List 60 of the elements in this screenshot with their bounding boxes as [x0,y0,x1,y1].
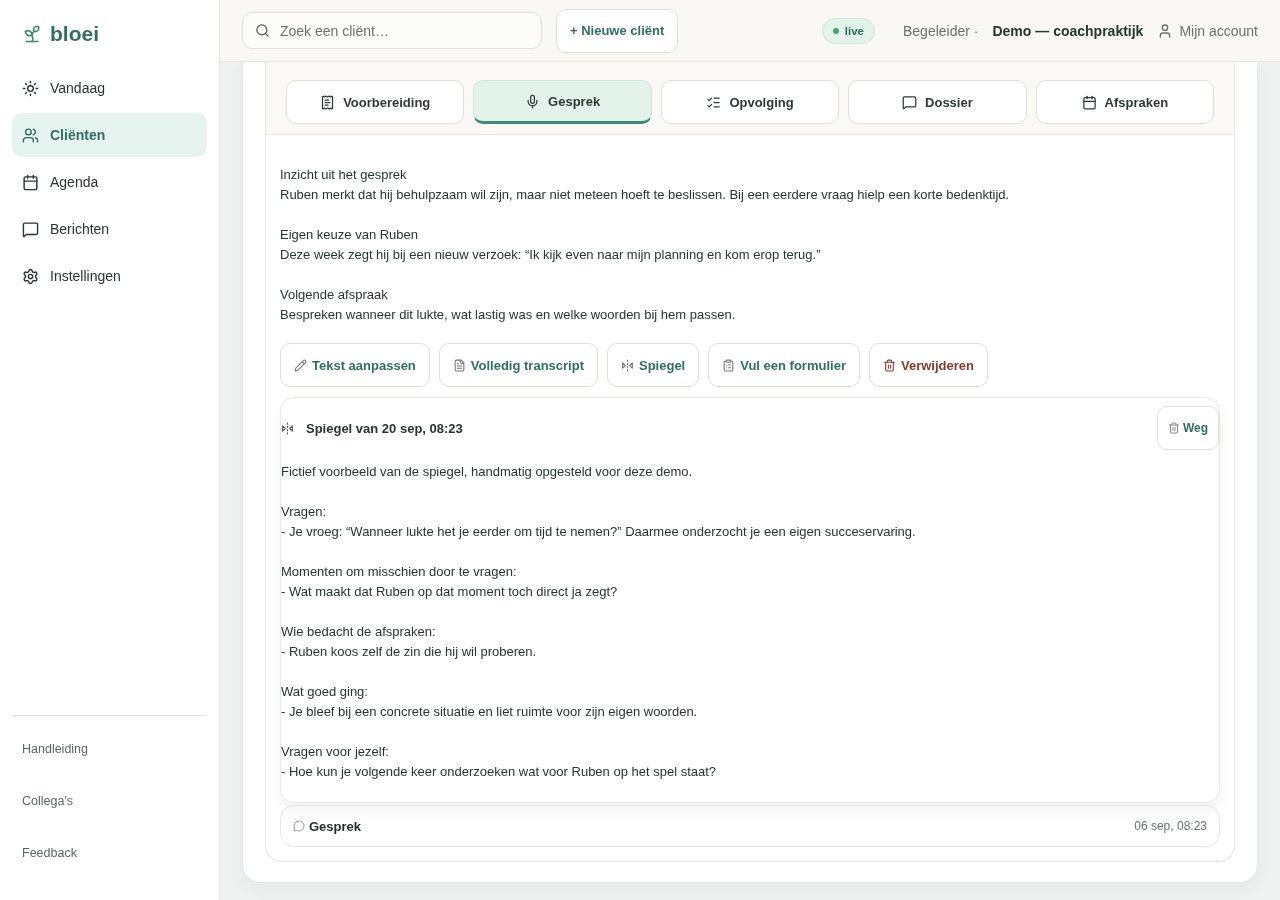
message-icon [22,220,39,238]
tab[interactable]: Opvolging [660,80,840,124]
mirror-paragraph: Momenten om misschien door te vragen: - Wat maakt dat Ruben op dat moment toch direct ja zegt? [281,563,619,601]
action-button[interactable]: Tekst aanpassen [280,343,430,387]
action-button[interactable]: Vul een formulier [708,343,860,387]
footer-link[interactable]: Feedback [12,834,207,886]
tab[interactable]: Dossier [848,80,1027,124]
live-badge: live [821,17,875,44]
mic-icon [525,93,541,109]
trash-icon [1167,422,1180,434]
users-icon [22,126,39,144]
settings-icon [22,267,39,285]
checklist-icon [706,94,722,110]
trash-icon [882,358,896,372]
tab[interactable]: Gesprek [473,80,652,124]
footer-link[interactable]: Handleiding [12,730,207,782]
clipboard-icon [722,358,736,372]
search-icon [255,23,270,38]
conversation-entry[interactable]: Gesprek 06 sep, 08:23 [280,805,1220,847]
page-icon [452,358,466,372]
brand-name: bloei [50,22,99,46]
tab[interactable]: Afspraken [1035,80,1215,124]
calendar-icon [1081,94,1097,110]
search-field[interactable]: Zoek een cliënt… [242,12,542,49]
summary-paragraph: Eigen keuze van Ruben Deze week zegt hij bij een nieuw verzoek: “Ik kijk even naar mijn planning en kom erop terug.” [280,226,822,264]
remove-button[interactable]: Weg [1156,406,1219,450]
calendar-icon [22,173,39,191]
entry-title: Gesprek [309,818,363,834]
new-client-button[interactable]: + Nieuwe cliënt [556,8,679,53]
summary-paragraph: Volgende afspraak Bespreken wanneer dit lukte, wat lastig was en welke woorden bij hem passen. [280,286,737,324]
action-button[interactable]: Spiegel [607,343,700,387]
search-input[interactable]: Zoek een cliënt… [278,21,529,40]
receipt-icon [320,94,336,110]
mirror-paragraph: Wat goed ging: - Je bleef bij een concrete situatie en liet ruimte voor zijn eigen woorden. [281,683,699,721]
account-link[interactable]: Mijn account [1157,22,1258,39]
organization-name: Demo — coachpraktijk [992,22,1144,39]
mirror-paragraph: Wie bedacht de afspraken: - Ruben koos zelf de zin die hij wil proberen. [281,623,538,661]
action-button[interactable]: Verwijderen [868,343,988,387]
sidebar-item[interactable]: Berichten [12,207,207,251]
mirror-icon [621,358,634,372]
summary-paragraph: Inzicht uit het gesprek Ruben merkt dat hij behulpzaam wil zijn, maar niet meteen hoeft te beslissen. Bij een eerdere vraag hielp een korte bedenktijd. [280,166,1011,204]
pencil-icon [294,358,307,372]
message-icon [902,94,918,110]
mirror-intro: Fictief voorbeeld van de spiegel, handmatig opgesteld voor deze demo. [281,463,694,481]
tab[interactable]: Voorbereiding [286,80,465,124]
sidebar-item[interactable]: Agenda [12,160,207,204]
sun-icon [22,79,39,97]
sidebar-item[interactable]: Cliënten [12,113,207,157]
footer-link[interactable]: Collega's [12,782,207,834]
mirror-paragraph: Vragen voor jezelf: - Hoe kun je volgende keer onderzoeken wat voor Ruben op het spel staat? [281,743,718,781]
mirror-icon [281,421,294,435]
action-button[interactable]: Volledig transcript [438,343,598,387]
sidebar-item[interactable]: Vandaag [12,66,207,110]
sidebar-item[interactable]: Instellingen [12,254,207,298]
speech-bubble-icon [293,820,305,832]
sprout-icon [22,24,42,44]
role-label: Begeleider · [902,22,979,39]
mirror-title: Spiegel van 20 sep, 08:23 [306,420,464,436]
entry-date: 06 sep, 08:23 [1134,819,1207,833]
mirror-paragraph: Vragen: - Je vroeg: “Wanneer lukte het je eerder om tijd te nemen?” Daarmee onderzocht je een eigen succeservaring. [281,503,917,541]
